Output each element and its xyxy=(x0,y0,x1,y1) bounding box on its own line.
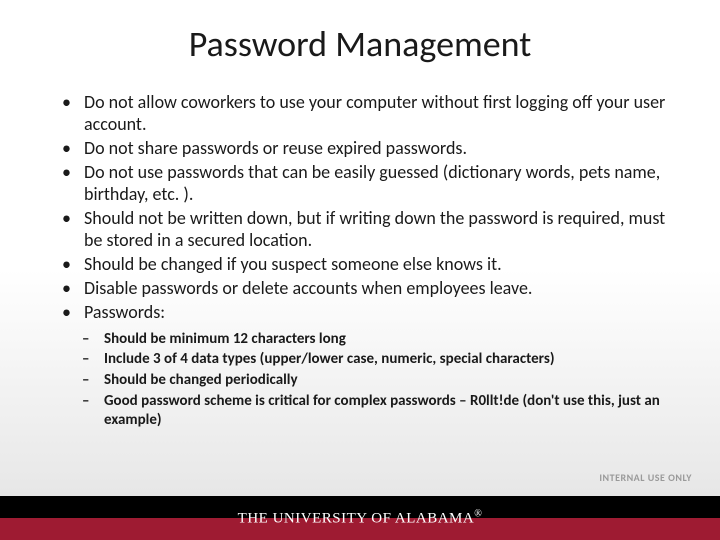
org-name: THE UNIVERSITY OF ALABAMA xyxy=(238,511,475,527)
sub-bullet-list: Should be minimum 12 characters long Inc… xyxy=(40,330,680,430)
sub-bullet-item: Include 3 of 4 data types (upper/lower c… xyxy=(82,350,680,369)
footer-logo: THE UNIVERSITY OF ALABAMA® xyxy=(238,509,483,528)
sub-bullet-item: Should be minimum 12 characters long xyxy=(82,330,680,349)
sub-bullet-item: Good password scheme is critical for com… xyxy=(82,392,680,430)
slide-title: Password Management xyxy=(40,22,680,66)
bullet-item: Do not share passwords or reuse expired … xyxy=(62,138,680,160)
slide: Password Management Do not allow coworke… xyxy=(0,0,720,540)
bullet-item: Do not use passwords that can be easily … xyxy=(62,162,680,206)
registered-mark: ® xyxy=(474,509,482,520)
bullet-item: Disable passwords or delete accounts whe… xyxy=(62,278,680,300)
bullet-item: Do not allow coworkers to use your compu… xyxy=(62,92,680,136)
footer: THE UNIVERSITY OF ALABAMA® xyxy=(0,496,720,540)
bullet-item: Should not be written down, but if writi… xyxy=(62,208,680,252)
confidential-label: INTERNAL USE ONLY xyxy=(599,471,692,484)
bullet-list: Do not allow coworkers to use your compu… xyxy=(40,92,680,324)
sub-bullet-item: Should be changed periodically xyxy=(82,371,680,390)
bullet-item: Passwords: xyxy=(62,302,680,324)
bullet-item: Should be changed if you suspect someone… xyxy=(62,254,680,276)
